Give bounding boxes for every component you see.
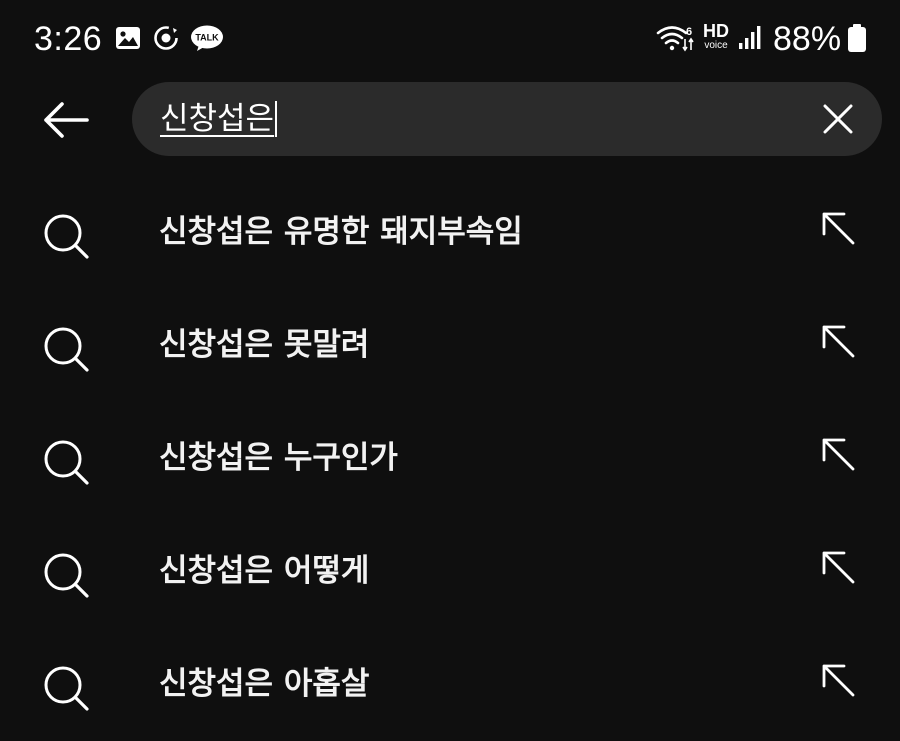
battery-percent: 88% — [773, 20, 842, 58]
arrow-up-left-icon — [822, 212, 855, 245]
fill-query-button[interactable] — [812, 654, 864, 706]
suggestion-text: 신창섭은 못말려 — [159, 327, 370, 363]
search-query: 신창섭은 — [160, 101, 275, 137]
text-cursor — [275, 100, 278, 137]
suggestion-text: 신창섭은 아홉살 — [159, 666, 370, 702]
arrow-up-left-icon — [822, 551, 855, 584]
hd-label: HD — [703, 21, 729, 41]
suggestion-item[interactable]: 신창섭은 유명한 돼지부속임 — [0, 176, 900, 289]
voice-label: voice — [704, 40, 728, 51]
wifi-generation-label: 6 — [686, 26, 692, 38]
search-icon — [44, 666, 89, 711]
search-icon — [44, 553, 89, 598]
arrow-up-left-icon — [822, 664, 855, 697]
suggestion-item[interactable]: 신창섭은 못말려 — [0, 289, 900, 402]
arrow-up-left-icon — [822, 438, 855, 471]
clear-button[interactable] — [814, 95, 862, 143]
search-icon — [44, 214, 89, 259]
wifi-icon: 6 — [656, 26, 694, 52]
kakaotalk-label: TALK — [195, 33, 219, 43]
arrow-left-icon — [44, 102, 89, 138]
suggestion-text: 신창섭은 누구인가 — [159, 440, 398, 476]
suggestion-text: 신창섭은 어떻게 — [159, 553, 370, 589]
status-bar: 3:26 TALK 6 HD voice 88% — [0, 0, 900, 80]
gallery-icon — [116, 27, 140, 49]
kakaotalk-icon: TALK — [191, 25, 223, 51]
search-icon — [44, 327, 89, 372]
fill-query-button[interactable] — [812, 202, 864, 254]
search-icon — [44, 440, 89, 485]
status-time: 3:26 — [34, 20, 103, 58]
close-icon — [823, 104, 853, 134]
search-box[interactable]: 신창섭은 — [132, 82, 882, 156]
fill-query-button[interactable] — [812, 428, 864, 480]
search-input[interactable]: 신창섭은 — [160, 98, 278, 140]
arrow-up-left-icon — [822, 325, 855, 358]
suggestion-item[interactable]: 신창섭은 아홉살 — [0, 628, 900, 741]
suggestion-text: 신창섭은 유명한 돼지부속임 — [159, 214, 523, 250]
signal-icon — [739, 26, 761, 49]
suggestion-item[interactable]: 신창섭은 어떻게 — [0, 515, 900, 628]
fill-query-button[interactable] — [812, 541, 864, 593]
fill-query-button[interactable] — [812, 315, 864, 367]
hd-voice-icon: HD voice — [700, 22, 732, 54]
battery-icon — [848, 24, 866, 52]
suggestion-list: 신창섭은 유명한 돼지부속임 신창섭은 못말려 신창섭은 누구인가 신창섭은 어… — [0, 176, 900, 741]
suggestion-item[interactable]: 신창섭은 누구인가 — [0, 402, 900, 515]
back-button[interactable] — [36, 92, 96, 148]
sync-icon — [154, 26, 178, 50]
